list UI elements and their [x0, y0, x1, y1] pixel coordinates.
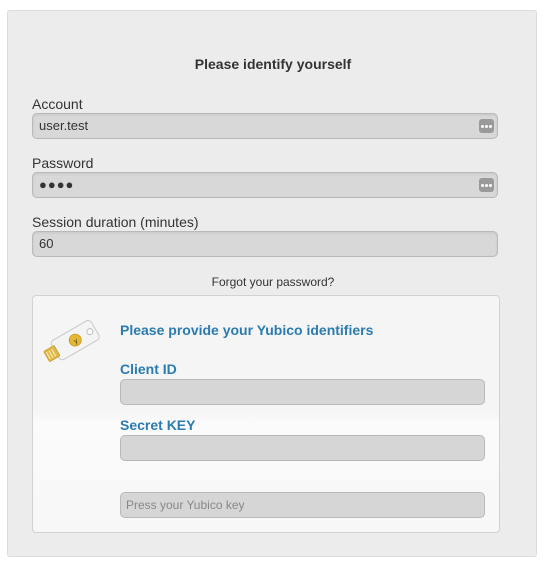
page-title: Please identify yourself	[194, 56, 352, 72]
password-value: ●●●●	[39, 177, 75, 192]
autofill-icon[interactable]	[479, 178, 494, 192]
session-duration-field[interactable]: 60	[32, 231, 498, 257]
login-panel: Please identify yourself Account user.te…	[7, 10, 537, 557]
yubico-key-field[interactable]: Press your Yubico key	[120, 492, 485, 518]
session-duration-label: Session duration (minutes)	[32, 214, 199, 230]
account-value: user.test	[39, 118, 89, 133]
secret-key-label: Secret KEY	[120, 417, 196, 433]
yubikey-icon: y	[43, 320, 100, 362]
password-label: Password	[32, 155, 94, 171]
yubico-section: y Please provide your Yubico identifiers…	[32, 295, 500, 533]
forgot-password-link[interactable]: Forgot your password?	[8, 275, 538, 289]
session-duration-value: 60	[39, 236, 54, 251]
secret-key-field[interactable]	[120, 435, 485, 461]
account-label: Account	[32, 96, 83, 112]
password-field[interactable]: ●●●●	[32, 172, 498, 198]
client-id-field[interactable]	[120, 379, 485, 405]
autofill-icon[interactable]	[479, 119, 494, 133]
account-field[interactable]: user.test	[32, 113, 498, 139]
client-id-label: Client ID	[120, 361, 177, 377]
yubico-heading: Please provide your Yubico identifiers	[120, 322, 374, 338]
